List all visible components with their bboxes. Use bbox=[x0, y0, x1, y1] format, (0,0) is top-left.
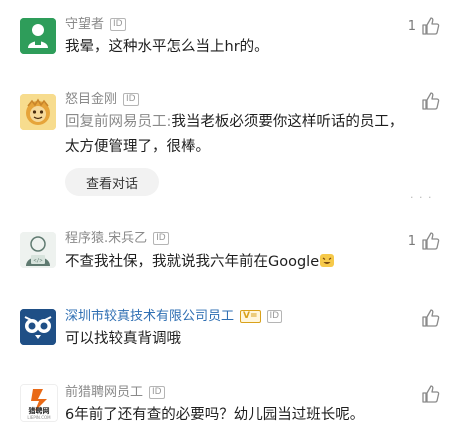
like-button[interactable] bbox=[416, 91, 441, 111]
avatar[interactable] bbox=[20, 94, 56, 130]
company-logo-subtext: LIEPIN.COM bbox=[27, 415, 51, 420]
avatar[interactable]: 猎聘网 LIEPIN.COM bbox=[20, 384, 58, 422]
svg-text:</>: </> bbox=[33, 258, 42, 264]
laughing-emoji-icon bbox=[319, 252, 335, 277]
thumbs-up-icon bbox=[421, 231, 441, 251]
like-count: 1 bbox=[407, 233, 416, 249]
username[interactable]: 怒目金刚 ID bbox=[65, 92, 139, 108]
id-badge: ID bbox=[149, 386, 165, 399]
company-logo-text: 猎聘网 bbox=[28, 407, 50, 415]
avatar[interactable] bbox=[20, 309, 56, 345]
comment-text: 回复前网易员工:我当老板必须要你这样听话的员工，太方便管理了，很棒。 bbox=[65, 114, 404, 155]
thumbs-up-icon bbox=[421, 384, 441, 404]
like-button[interactable]: 1 bbox=[408, 16, 441, 36]
like-button[interactable]: 1 bbox=[408, 231, 441, 251]
comment-text: 不查我社保，我就说我六年前在Google bbox=[65, 250, 405, 277]
thumbs-up-icon bbox=[421, 91, 441, 111]
username[interactable]: 程序猿.宋兵乙 ID bbox=[65, 231, 169, 247]
comment-text: 我晕，这种水平怎么当上hr的。 bbox=[65, 39, 269, 55]
id-badge: ID bbox=[153, 232, 169, 245]
id-badge: ID bbox=[123, 93, 139, 106]
id-badge: ID bbox=[266, 310, 283, 323]
username[interactable]: 守望者 ID bbox=[65, 17, 126, 33]
comment-text: 可以找较真背调哦 bbox=[65, 331, 181, 347]
username[interactable]: 前猎聘网员工 ID bbox=[65, 385, 165, 401]
view-conversation-button[interactable]: 查看对话 bbox=[65, 168, 159, 196]
like-button[interactable] bbox=[416, 308, 441, 328]
id-badge: ID bbox=[110, 18, 126, 31]
like-count: 1 bbox=[407, 18, 416, 34]
comment-text: 6年前了还有查的必要吗？幼儿园当过班长呢。 bbox=[65, 407, 365, 423]
reply-reference[interactable]: 回复前网易员工: bbox=[65, 114, 171, 130]
more-dots-icon[interactable]: · · · bbox=[410, 191, 432, 204]
avatar[interactable]: </> bbox=[20, 232, 56, 268]
avatar[interactable] bbox=[20, 18, 56, 54]
thumbs-up-icon bbox=[421, 16, 441, 36]
username[interactable]: 深圳市较真技术有限公司员工 V= ID bbox=[65, 309, 283, 325]
thumbs-up-icon bbox=[421, 308, 441, 328]
like-button[interactable] bbox=[416, 384, 441, 404]
verified-badge: V= bbox=[240, 310, 261, 323]
